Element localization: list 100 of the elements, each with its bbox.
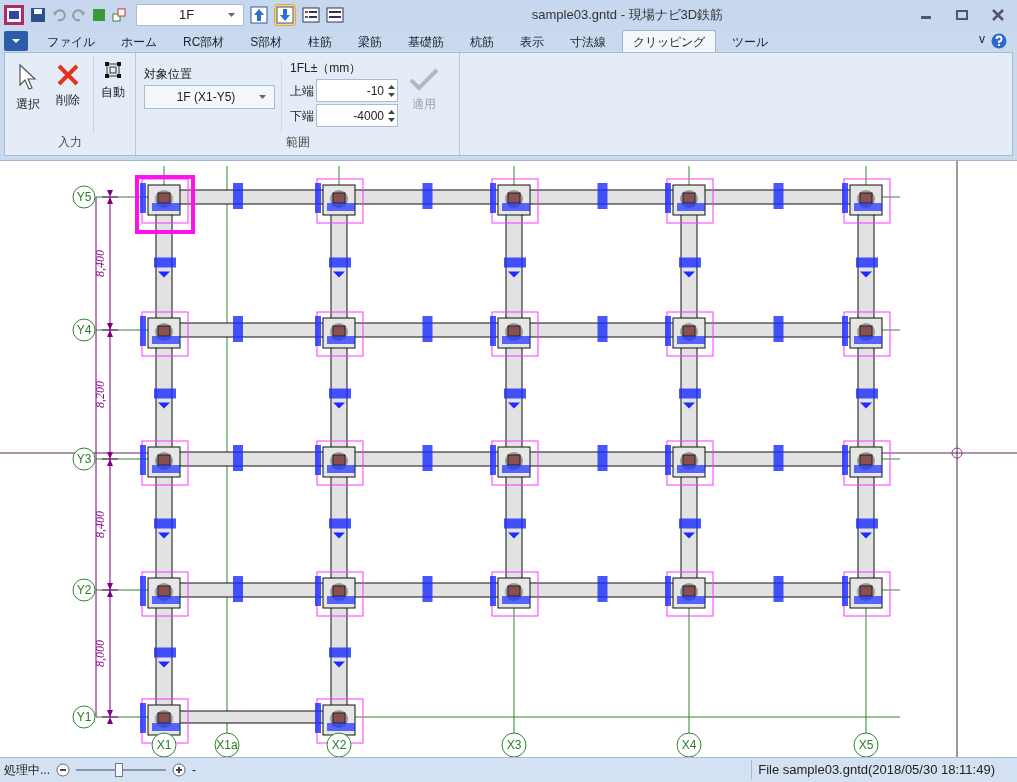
dimension-label: 8,000 [93,640,107,667]
ribbon-tab[interactable]: ツール [719,32,782,52]
rebar-annotation-drawing [422,445,433,471]
app-logo-icon [4,5,24,25]
rebar-annotation-drawing [597,183,608,209]
delete-x-icon [56,63,80,87]
ribbon-tab[interactable]: 梁筋 [345,32,396,52]
bottom-label: 下端 [290,107,314,125]
grid-label: Y5 [72,185,96,209]
ribbon-tab[interactable]: 杭筋 [457,32,508,52]
frame-icon [103,61,122,79]
top-label: 上端 [290,82,314,100]
rebar-annotation-drawing [856,257,878,278]
rebar-annotation-drawing [329,257,351,278]
rebar-annotation-drawing [597,445,608,471]
spin-arrows-icon[interactable] [388,108,395,123]
rebar-annotation-drawing [329,518,351,539]
column-drawing [315,571,364,617]
column-drawing [490,571,539,617]
grid-label: X2 [326,732,352,757]
grid-label: X1a [214,732,240,757]
top-spin-field[interactable]: -10 [316,79,398,102]
help-icon[interactable] [991,33,1007,49]
rebar-annotation-drawing [504,257,526,278]
zoom-in-icon[interactable] [172,763,186,777]
zoom-slider[interactable] [76,763,166,777]
rebar-annotation-drawing [773,316,784,342]
column-drawing [842,571,891,617]
caret-icon [228,13,235,17]
list-icon[interactable] [302,7,320,23]
auto-button[interactable]: 自動 [93,57,131,133]
floor-dropdown[interactable]: 1F [136,4,244,26]
ribbon-tab[interactable]: クリッピング [622,30,717,52]
save-icon[interactable] [30,7,46,23]
grid-label: X3 [501,732,527,757]
layout-icon[interactable] [112,8,126,22]
ribbon-collapse-toggle[interactable]: v [979,30,985,48]
dimension-label: 8,400 [93,250,107,277]
rebar-annotation-drawing [422,316,433,342]
rebar-annotation-drawing [233,316,243,342]
column-drawing [665,178,714,224]
selection-highlight [135,175,195,234]
dimension-label: 8,400 [93,511,107,538]
rebar-annotation-drawing [154,257,176,278]
column-drawing [315,311,364,357]
down-arrow-icon[interactable] [274,4,296,26]
rebar-annotation-drawing [679,257,701,278]
ribbon-tab[interactable]: 表示 [507,32,558,52]
table-icon[interactable] [326,7,344,23]
select-button[interactable]: 選択 [9,57,47,133]
rebar-annotation-drawing [597,316,608,342]
window-title: sample03.gntd - 現場ナビ3D鉄筋 [531,6,724,25]
rebar-annotation-drawing [597,576,608,602]
bottom-spin-field[interactable]: -4000 [316,104,398,127]
rebar-annotation-drawing [154,388,176,409]
column-drawing [490,440,539,486]
group-title: 範囲 [284,134,311,151]
target-label: 対象位置 [144,66,193,83]
column-drawing [842,440,891,486]
column-drawing [315,440,364,486]
offset-label: 1FL±（mm） [290,60,363,77]
grid-label: Y2 [72,578,96,602]
column-drawing [490,311,539,357]
column-drawing [842,178,891,224]
grid-label: X4 [676,732,702,757]
origin-marker-icon [951,447,963,459]
spin-arrows-icon[interactable] [388,83,395,98]
slider-thumb[interactable] [114,763,123,777]
grid-label: X5 [853,732,879,757]
rebar-annotation-drawing [773,183,784,209]
column-drawing [842,311,891,357]
ribbon-tab[interactable]: ファイル [34,32,108,52]
rebar-annotation-drawing [422,183,433,209]
rebar-annotation-drawing [504,518,526,539]
grid-label: X1 [151,732,177,757]
column-drawing [140,440,189,486]
app-menu-icon[interactable] [4,31,28,51]
ribbon-tab[interactable]: RC部材 [170,32,238,52]
column-drawing [490,178,539,224]
rebar-annotation-drawing [233,183,243,209]
column-drawing [665,440,714,486]
ribbon-tab[interactable]: 柱筋 [295,32,346,52]
ribbon-tab[interactable]: 基礎筋 [395,32,458,52]
ribbon-tab[interactable]: 寸法線 [557,32,620,52]
rebar-annotation-drawing [233,445,243,471]
grid-label: Y4 [72,318,96,342]
rebar-annotation-drawing [856,388,878,409]
grid-label: Y3 [72,447,96,471]
caret-icon [259,95,266,99]
grid-label: Y1 [72,705,96,729]
column-drawing [140,178,189,224]
delete-button[interactable]: 削除 [49,57,87,133]
ribbon-tab[interactable]: S部材 [237,32,296,52]
rebar-annotation-drawing [329,647,351,668]
target-dropdown[interactable]: 1F (X1-Y5) [144,85,275,109]
zoom-out-icon[interactable] [56,763,70,777]
rebar-annotation-drawing [679,518,701,539]
dimension-label: 8,200 [93,381,107,408]
checkmark-icon [409,67,439,91]
ribbon-tab[interactable]: ホーム [108,32,170,52]
